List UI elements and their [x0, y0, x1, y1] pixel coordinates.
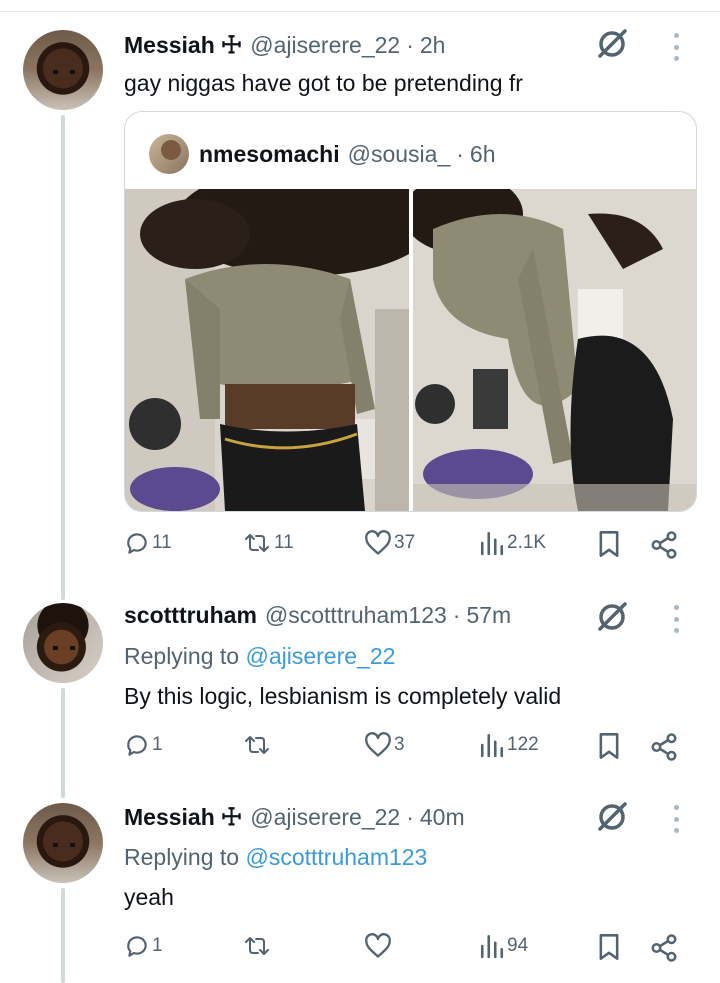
views-button[interactable]: 94 [479, 933, 528, 959]
views-count: 122 [507, 734, 539, 755]
top-divider [0, 0, 720, 12]
quote-photo-1[interactable] [125, 189, 409, 511]
thread-line [61, 115, 65, 600]
reply-button[interactable]: 11 [124, 530, 172, 556]
grok-icon[interactable] [595, 800, 629, 834]
quote-photo-2[interactable] [413, 189, 696, 511]
tweet-header: scotttruham @scotttruham123 · 57m [124, 602, 511, 632]
replying-to: Replying to @ajiserere_22 [124, 643, 395, 670]
quote-header: nmesomachi @sousia_ · 6h [149, 134, 496, 174]
views-icon [480, 531, 504, 556]
more-icon[interactable] [671, 33, 681, 61]
reply-count: 1 [152, 734, 163, 755]
like-icon [365, 933, 391, 958]
cross-badge: ☩ [220, 32, 243, 59]
separator: · [406, 32, 414, 58]
quote-handle[interactable]: @sousia_ [348, 141, 451, 168]
avatar[interactable] [23, 30, 103, 110]
thread-line [61, 888, 65, 983]
separator: · [452, 602, 461, 628]
bookmark-icon [599, 531, 619, 557]
retweet-count: 11 [274, 532, 294, 553]
avatar[interactable] [23, 603, 103, 683]
views-button[interactable]: 122 [479, 732, 539, 758]
more-icon[interactable] [671, 605, 681, 633]
retweet-button[interactable] [242, 933, 274, 959]
bookmark-icon [599, 733, 619, 759]
share-icon [651, 934, 677, 962]
timestamp[interactable]: 57m [466, 602, 511, 629]
separator: · [406, 804, 414, 830]
share-icon [651, 733, 677, 761]
grok-icon[interactable] [595, 27, 629, 61]
replying-to-label: Replying to [124, 643, 246, 669]
like-icon [365, 732, 391, 757]
tweet-text: yeah [124, 884, 174, 910]
views-count: 94 [507, 935, 529, 956]
grok-icon[interactable] [595, 600, 629, 634]
quote-avatar[interactable] [149, 134, 189, 174]
handle[interactable]: @ajiserere_22 [250, 32, 400, 59]
replying-to-label: Replying to [124, 844, 246, 870]
like-button[interactable] [364, 933, 394, 959]
share-button[interactable] [649, 933, 679, 963]
views-icon [480, 733, 504, 758]
quote-timestamp[interactable]: 6h [470, 141, 496, 168]
like-count: 3 [394, 734, 405, 755]
tweet-text: gay niggas have got to be pretending fr [124, 70, 523, 96]
like-button[interactable]: 37 [364, 530, 415, 556]
retweet-icon [245, 937, 269, 955]
tweet-text: By this logic, lesbianism is completely … [124, 683, 562, 709]
avatar[interactable] [23, 803, 103, 883]
like-count: 37 [394, 532, 416, 553]
quoted-tweet[interactable]: nmesomachi @sousia_ · 6h [124, 111, 697, 512]
cross-badge: ☩ [220, 804, 243, 831]
tweet-actions: 1 3 122 [124, 732, 684, 764]
share-button[interactable] [649, 732, 679, 762]
views-button[interactable]: 2.1K [479, 530, 546, 556]
replying-to: Replying to @scotttruham123 [124, 844, 427, 871]
timestamp[interactable]: 2h [420, 32, 446, 59]
share-button[interactable] [649, 530, 679, 560]
retweet-icon [245, 736, 269, 754]
tweet-actions: 11 11 37 2.1K [124, 530, 684, 562]
like-icon [365, 530, 391, 555]
handle[interactable]: @ajiserere_22 [250, 804, 400, 831]
views-count: 2.1K [507, 532, 547, 553]
retweet-icon [245, 534, 269, 552]
share-icon [651, 531, 677, 559]
retweet-button[interactable] [242, 732, 274, 758]
display-name[interactable]: Messiah [124, 32, 215, 59]
tweet-header: Messiah ☩ @ajiserere_22 · 2h [124, 31, 445, 61]
bookmark-button[interactable] [596, 732, 622, 760]
tweet-header: Messiah ☩ @ajiserere_22 · 40m [124, 803, 465, 833]
bookmark-button[interactable] [596, 933, 622, 961]
handle[interactable]: @scotttruham123 [265, 602, 447, 629]
tweet-actions: 1 94 [124, 933, 684, 965]
views-icon [480, 934, 504, 959]
timestamp[interactable]: 40m [420, 804, 465, 831]
display-name[interactable]: Messiah [124, 804, 215, 831]
thread-line [61, 688, 65, 798]
like-button[interactable]: 3 [364, 732, 405, 758]
reply-count: 1 [152, 935, 163, 956]
bookmark-button[interactable] [596, 530, 622, 558]
separator: · [456, 140, 464, 167]
reply-count: 11 [152, 532, 172, 553]
reply-button[interactable]: 1 [124, 732, 163, 758]
more-icon[interactable] [671, 805, 681, 833]
quote-display-name[interactable]: nmesomachi [199, 141, 340, 168]
display-name[interactable]: scotttruham [124, 602, 257, 629]
replying-to-link[interactable]: @ajiserere_22 [245, 643, 395, 669]
bookmark-icon [599, 934, 619, 960]
reply-button[interactable]: 1 [124, 933, 163, 959]
replying-to-link[interactable]: @scotttruham123 [245, 844, 427, 870]
reply-icon [127, 533, 147, 554]
reply-icon [127, 735, 147, 756]
reply-icon [127, 936, 147, 957]
retweet-button[interactable]: 11 [242, 530, 294, 556]
